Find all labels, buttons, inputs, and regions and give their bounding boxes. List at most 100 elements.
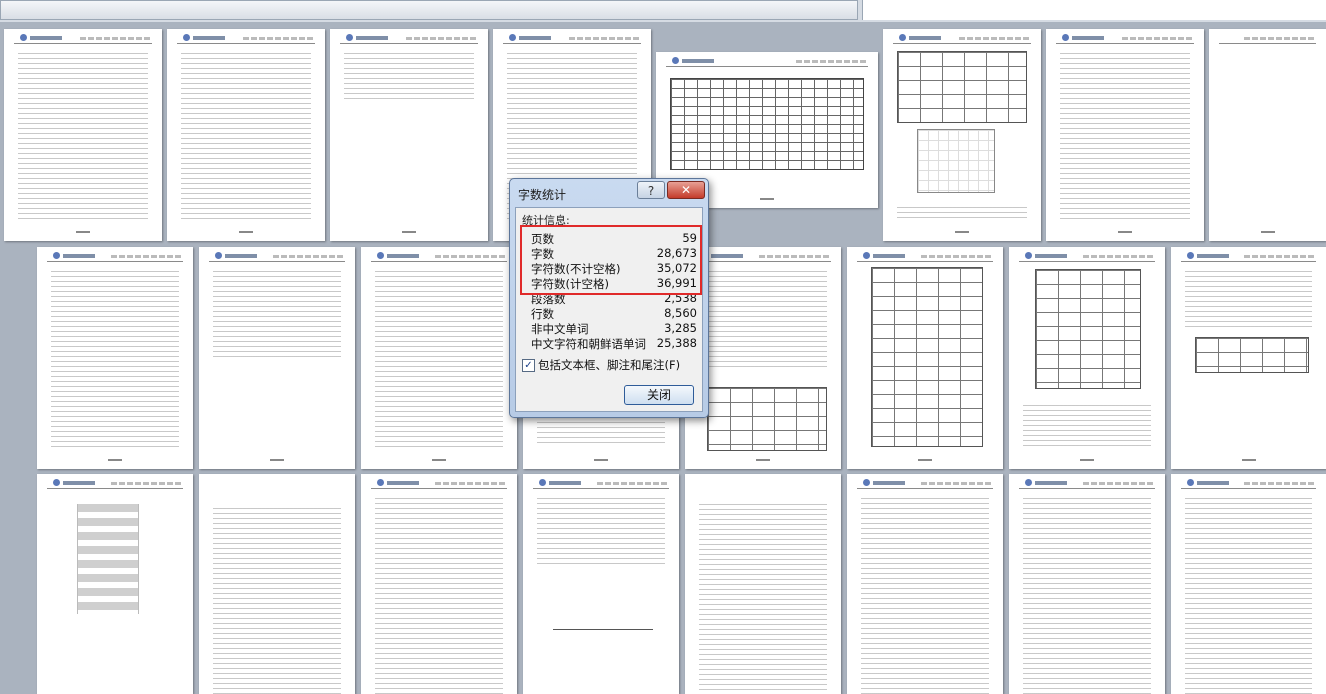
close-button[interactable]: 关闭 [624, 385, 694, 405]
logo-icon [1187, 479, 1194, 486]
page-thumbnail[interactable] [523, 474, 679, 694]
logo-icon [215, 252, 222, 259]
page-header [533, 479, 669, 489]
text-lines [51, 271, 179, 447]
help-button[interactable]: ? [637, 181, 665, 199]
page-thumbnail[interactable] [847, 247, 1003, 469]
page-header [1019, 252, 1155, 262]
text-lines [1023, 498, 1151, 694]
page-number [1241, 459, 1256, 461]
page-thumbnail[interactable] [199, 247, 355, 469]
table-figure [707, 387, 827, 451]
page-header [666, 57, 868, 67]
page-header [371, 252, 507, 262]
page-thumbnail[interactable] [4, 29, 162, 241]
page-thumbnail[interactable] [330, 29, 488, 241]
include-textboxes-label: 包括文本框、脚注和尾注(F) [538, 358, 681, 372]
page-thumbnail[interactable] [361, 474, 517, 694]
page-header [1019, 479, 1155, 489]
page-header [503, 34, 641, 44]
page-thumbnail[interactable] [199, 474, 355, 694]
text-lines [897, 207, 1027, 219]
page-header [47, 252, 183, 262]
stat-row-lines: 行数 8,560 [531, 306, 697, 321]
table-figure [871, 267, 983, 447]
text-lines [375, 498, 503, 694]
page-thumbnail[interactable] [1209, 29, 1326, 241]
text-lines [213, 271, 341, 359]
logo-icon [1025, 479, 1032, 486]
logo-icon [899, 34, 906, 41]
text-lines [181, 53, 311, 219]
page-thumbnail[interactable] [883, 29, 1041, 241]
table-figure [897, 51, 1027, 123]
page-thumbnail[interactable] [1009, 474, 1165, 694]
text-lines [537, 417, 665, 447]
close-icon: ✕ [680, 183, 692, 197]
statistics-list: 页数 59 字数 28,673 字符数(不计空格) 35,072 字符数(计空格) 36… [525, 231, 697, 351]
page-number [1118, 231, 1132, 233]
page-thumbnail[interactable] [847, 474, 1003, 694]
top-bar [0, 0, 1326, 22]
page-header [893, 34, 1031, 44]
page-thumbnail[interactable] [37, 474, 193, 694]
page-number [760, 198, 774, 200]
logo-icon [1025, 252, 1032, 259]
engineering-drawing [553, 569, 653, 630]
page-number [756, 459, 770, 461]
text-lines [699, 271, 827, 369]
page-number [76, 231, 90, 233]
check-icon: ✓ [524, 360, 533, 371]
word-count-dialog: 字数统计 ? ✕ 统计信息: 页数 59 字数 28,673 字符数(不计空格) 35… [509, 178, 709, 418]
page-header [1181, 479, 1316, 489]
page-number [1260, 231, 1275, 233]
text-lines [1185, 271, 1312, 329]
logo-icon [509, 34, 516, 41]
page-header [857, 479, 993, 489]
logo-icon [377, 479, 384, 486]
page-header [14, 34, 152, 44]
page-number [955, 231, 969, 233]
chart-figure [917, 129, 995, 193]
dialog-title: 字数统计 [518, 188, 567, 202]
text-lines [18, 53, 148, 219]
text-lines [861, 498, 989, 694]
page-number [108, 459, 122, 461]
page-header [857, 252, 993, 262]
page-number [239, 231, 253, 233]
page-thumbnail[interactable] [37, 247, 193, 469]
text-lines [1185, 498, 1312, 694]
logo-icon [53, 479, 60, 486]
statistics-group-label: 统计信息: [522, 214, 570, 227]
page-thumbnail[interactable] [1171, 474, 1326, 694]
close-window-button[interactable]: ✕ [667, 181, 705, 199]
stat-row-chars-with-spaces: 字符数(计空格) 36,991 [531, 276, 697, 291]
stat-row-cjk-characters: 中文字符和朝鲜语单词 25,388 [531, 336, 697, 351]
page-header [1181, 252, 1316, 262]
text-lines [699, 504, 827, 694]
page-header [47, 479, 183, 489]
include-textboxes-checkbox[interactable]: ✓ [522, 359, 535, 372]
logo-icon [377, 252, 384, 259]
page-thumbnail[interactable] [361, 247, 517, 469]
table-figure [1195, 337, 1309, 373]
page-number [1080, 459, 1094, 461]
page-thumbnail[interactable] [167, 29, 325, 241]
page-number [270, 459, 284, 461]
logo-icon [539, 479, 546, 486]
text-lines [1060, 53, 1190, 219]
logo-icon [183, 34, 190, 41]
include-textboxes-option[interactable]: ✓ 包括文本框、脚注和尾注(F) [522, 357, 680, 373]
page-number [918, 459, 932, 461]
page-thumbnail[interactable] [1171, 247, 1326, 469]
data-table-figure [670, 78, 864, 170]
page-thumbnail[interactable] [685, 474, 841, 694]
logo-icon [863, 479, 870, 486]
logo-icon [53, 252, 60, 259]
page-number [594, 459, 608, 461]
horizontal-scrollbar[interactable] [0, 0, 858, 20]
page-thumbnail[interactable] [1046, 29, 1204, 241]
text-lines [1023, 405, 1151, 447]
page-thumbnail[interactable] [1009, 247, 1165, 469]
logo-icon [672, 57, 679, 64]
